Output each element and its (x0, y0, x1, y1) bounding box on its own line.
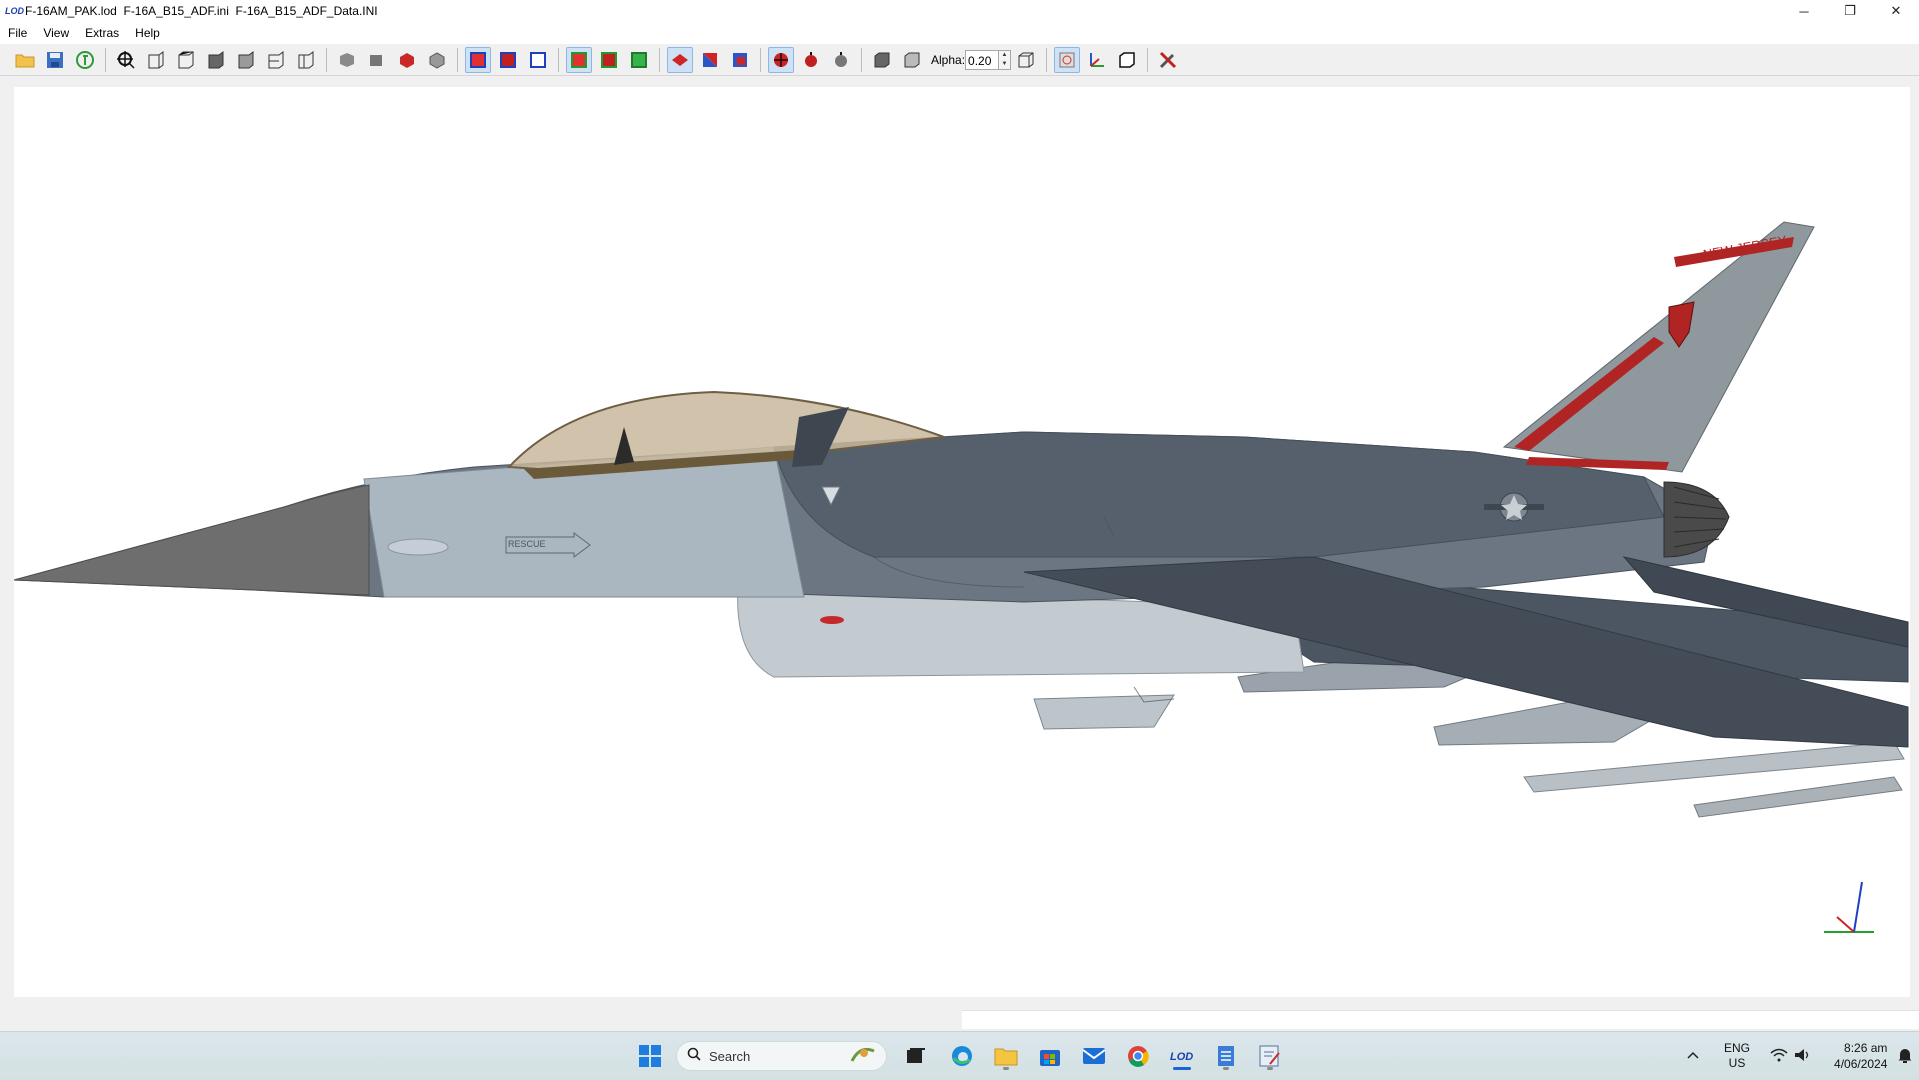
language-indicator[interactable]: ENG US (1724, 1041, 1750, 1071)
window-controls: ─ ❐ ✕ (1781, 0, 1919, 22)
notepad-icon[interactable] (1210, 1040, 1242, 1072)
menu-help[interactable]: Help (127, 22, 168, 44)
tools-icon[interactable] (1155, 47, 1181, 73)
view-right-icon[interactable] (233, 47, 259, 73)
render-red-icon[interactable] (667, 46, 693, 73)
gear-bomb-icon[interactable] (828, 47, 854, 73)
render-multi-icon[interactable] (697, 47, 723, 73)
spin-down-icon[interactable]: ▼ (999, 60, 1010, 69)
window-title: F-16AM_PAK.lod F-16A_B15_ADF.ini F-16A_B… (25, 4, 378, 18)
menu-extras[interactable]: Extras (77, 22, 127, 44)
clock-date: 4/06/2024 (1834, 1057, 1888, 1071)
clock-time: 8:26 am (1844, 1041, 1888, 1055)
toolbar-separator (558, 47, 559, 72)
taskbar: Search LOD ENG US 8:26 am 4/06/2024 (0, 1031, 1919, 1080)
shade-solid-icon[interactable] (364, 47, 390, 73)
toolbar-separator (1046, 47, 1048, 72)
spin-up-icon[interactable]: ▲ (999, 51, 1010, 60)
mail-icon[interactable] (1078, 1040, 1110, 1072)
toolbar-separator (457, 47, 458, 72)
chevron-up-icon[interactable] (1686, 1049, 1700, 1063)
region-code: US (1728, 1056, 1746, 1070)
start-icon[interactable] (634, 1040, 666, 1072)
open-folder-icon[interactable] (12, 47, 38, 73)
view-bottom-icon[interactable] (293, 47, 319, 73)
toolbar-separator (861, 47, 862, 72)
close-button[interactable]: ✕ (1873, 0, 1919, 22)
menu-view[interactable]: View (35, 22, 77, 44)
cube-solid-icon[interactable] (869, 47, 895, 73)
clock[interactable]: 8:26 am 4/06/2024 (1834, 1040, 1887, 1072)
cube-transparent-icon[interactable] (899, 47, 925, 73)
alpha-input[interactable]: 0.20 (965, 49, 1000, 70)
task-view-icon[interactable] (900, 1040, 932, 1072)
file-explorer-icon[interactable] (990, 1040, 1022, 1072)
volume-icon[interactable] (1794, 1048, 1812, 1065)
view-left-icon[interactable] (203, 47, 229, 73)
shade-flat-icon[interactable] (334, 47, 360, 73)
view-back-icon[interactable] (173, 47, 199, 73)
menu-bar: File View Extras Help (0, 22, 1919, 44)
axes-icon[interactable] (1084, 47, 1110, 73)
bomb-icon[interactable] (798, 47, 824, 73)
svg-text:LOD: LOD (1170, 1051, 1193, 1063)
bbox-toggle-icon[interactable] (465, 46, 491, 73)
running-indicator (1223, 1067, 1229, 1070)
model-viewport[interactable]: NEW JERSEY RESCUE (14, 87, 1910, 997)
toolbar: Alpha: 0.20 ▲ ▼ (0, 44, 1919, 76)
minimize-button[interactable]: ─ (1781, 0, 1827, 22)
reload-icon[interactable] (72, 47, 98, 73)
notification-icon[interactable] (1897, 1047, 1913, 1066)
grid-toggle-icon[interactable] (1054, 46, 1081, 73)
view-front-icon[interactable] (143, 47, 169, 73)
zoom-fit-icon[interactable] (113, 47, 139, 73)
app-icon: LOD (5, 6, 24, 16)
toolbar-separator (659, 47, 660, 72)
axis-gizmo (1824, 881, 1874, 933)
search-placeholder: Search (709, 1048, 751, 1064)
language-code: ENG (1724, 1041, 1751, 1055)
toolbar-separator (105, 47, 106, 72)
toolbar-separator (326, 47, 327, 72)
editor-icon[interactable] (1254, 1040, 1286, 1072)
alpha-spinner[interactable]: ▲ ▼ (999, 49, 1012, 70)
gun-port (387, 538, 449, 556)
chrome-icon[interactable] (1122, 1040, 1154, 1072)
store-icon[interactable] (1034, 1040, 1066, 1072)
radome (14, 484, 370, 596)
running-indicator (1267, 1067, 1273, 1070)
bbox-blue-icon[interactable] (495, 47, 521, 73)
search-icon (687, 1047, 701, 1066)
bbox-outline-icon[interactable] (525, 47, 551, 73)
running-indicator (1003, 1067, 1009, 1070)
rescue-label: RESCUE (508, 539, 546, 549)
menu-file[interactable]: File (0, 22, 35, 44)
alpha-label: Alpha: (931, 52, 966, 67)
intake-marker (820, 616, 844, 624)
taskbar-search[interactable]: Search (676, 1041, 887, 1071)
green-box-dark-icon[interactable] (596, 47, 622, 73)
wifi-icon[interactable] (1770, 1048, 1788, 1065)
lod-viewer-icon[interactable]: LOD (1166, 1040, 1198, 1072)
green-box-icon[interactable] (626, 47, 652, 73)
status-bar (962, 1010, 1919, 1029)
aircraft-model: NEW JERSEY RESCUE (14, 221, 1909, 933)
edge-icon[interactable] (946, 1040, 978, 1072)
toolbar-separator (760, 47, 761, 72)
title-bar: LOD F-16AM_PAK.lod F-16A_B15_ADF.ini F-1… (0, 0, 1919, 22)
shade-wire-icon[interactable] (424, 47, 450, 73)
save-icon[interactable] (42, 47, 68, 73)
running-indicator-active (1173, 1067, 1191, 1070)
view-top-icon[interactable] (263, 47, 289, 73)
toolbar-separator (1147, 47, 1149, 72)
system-tray: ENG US 8:26 am 4/06/2024 (1686, 1032, 1913, 1080)
shade-textured-icon[interactable] (394, 47, 420, 73)
green-box-red-icon[interactable] (566, 46, 592, 73)
render-mixed-icon[interactable] (727, 47, 753, 73)
box-view-icon[interactable] (1114, 47, 1140, 73)
search-highlight-icon (848, 1043, 878, 1070)
restore-button[interactable]: ❐ (1827, 0, 1873, 22)
wireframe-cube-icon[interactable] (1013, 47, 1039, 73)
target-icon[interactable] (768, 46, 794, 73)
